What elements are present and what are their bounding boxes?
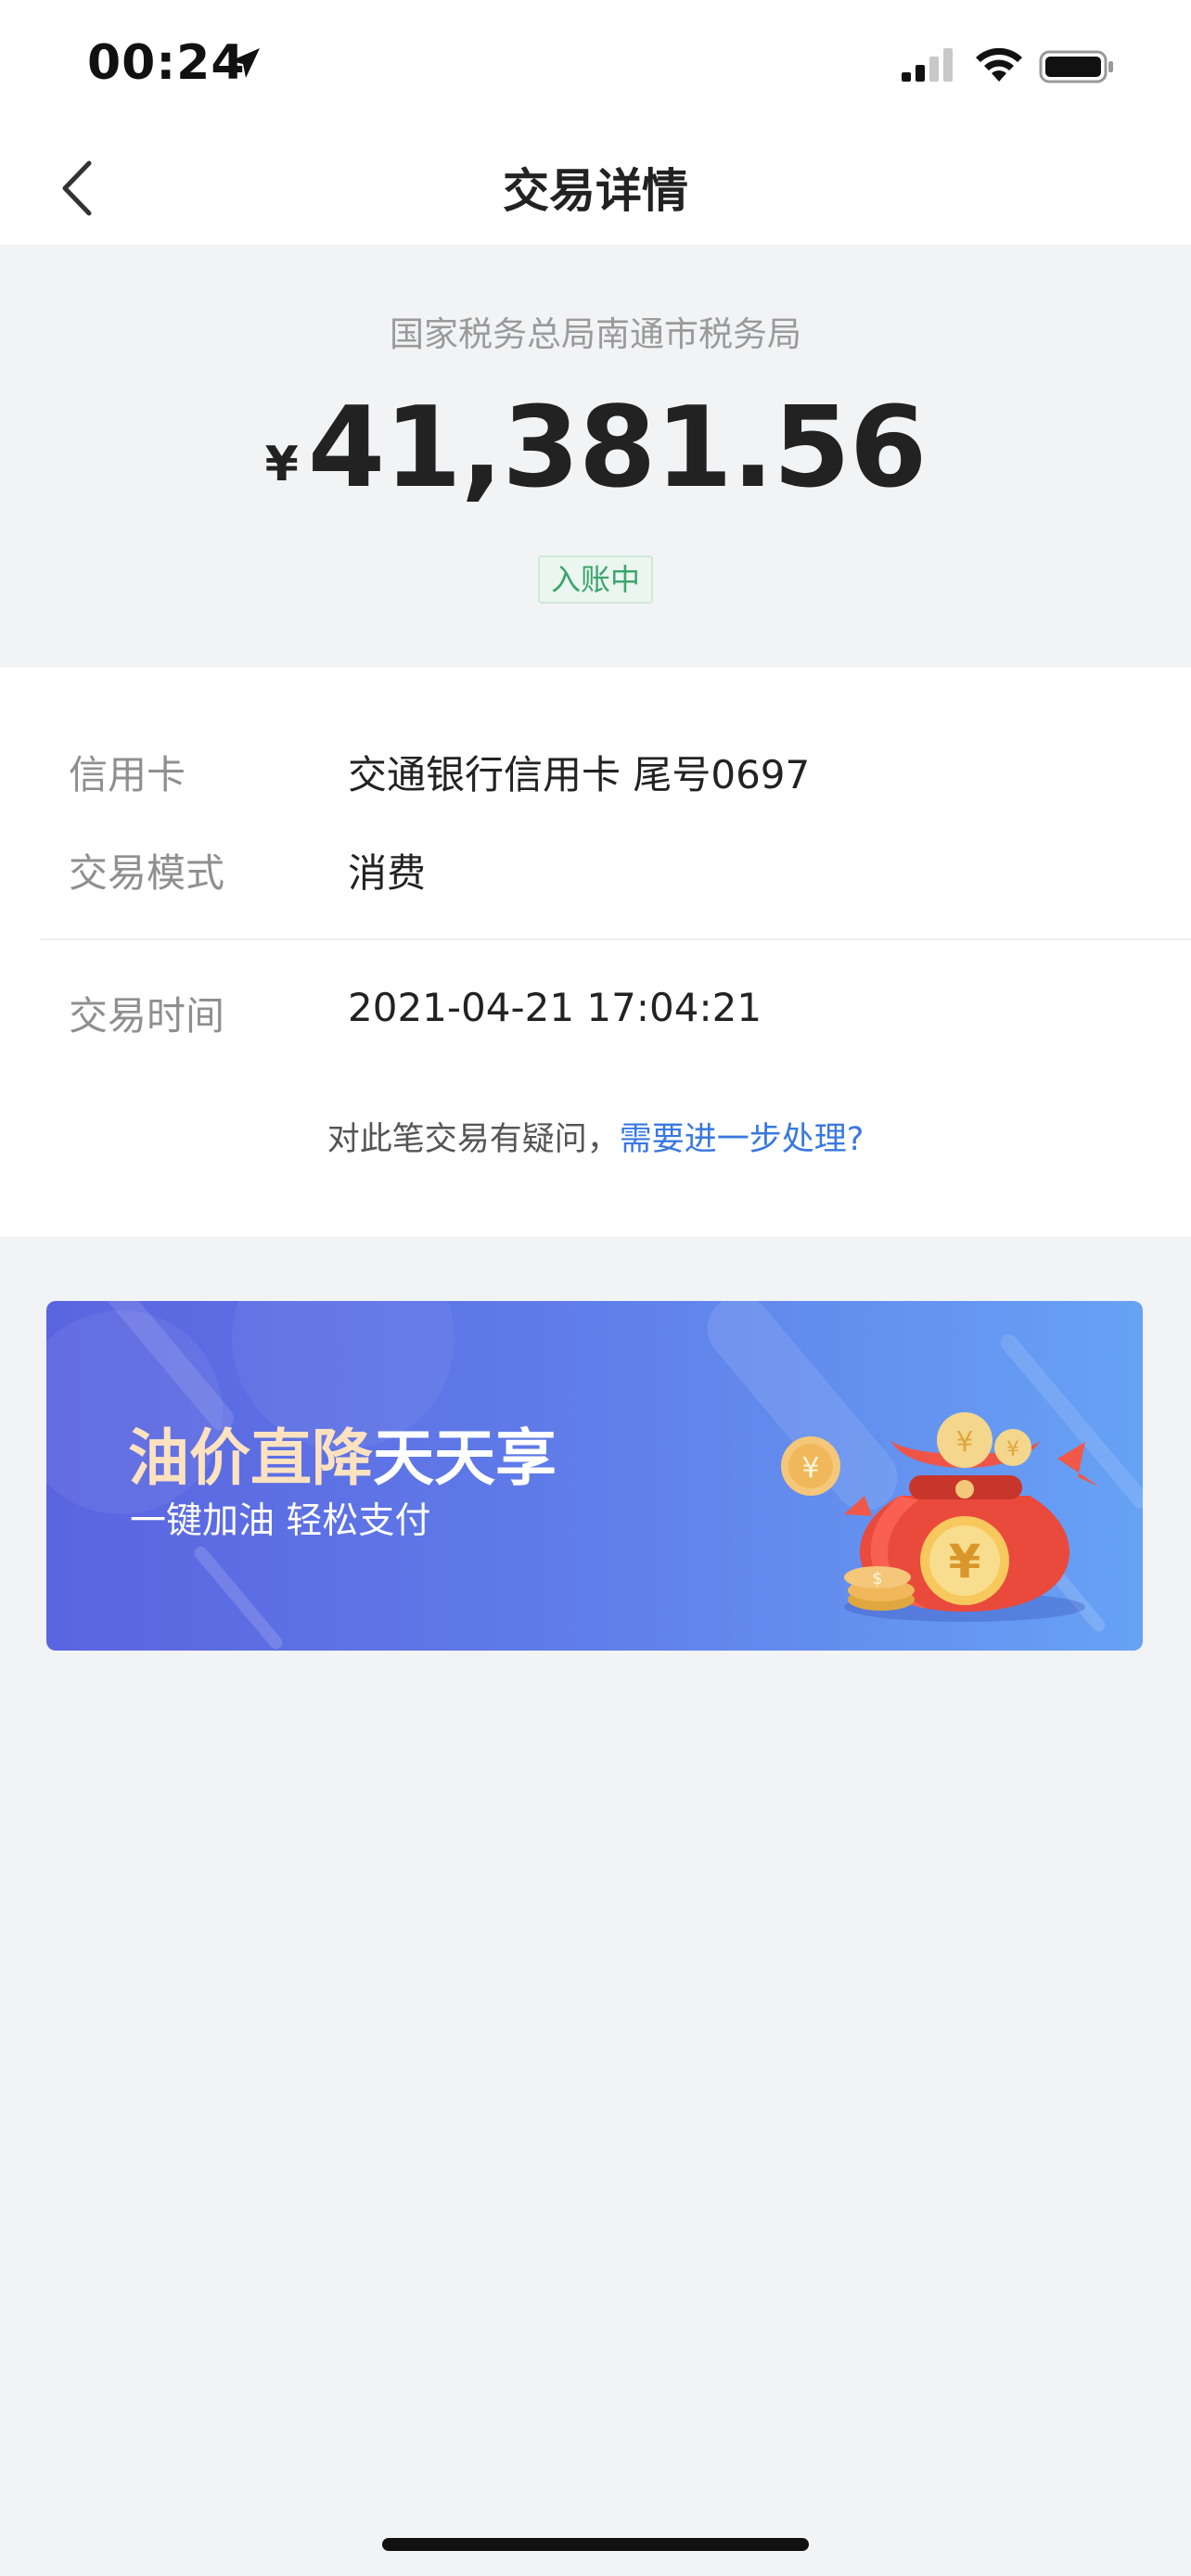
status-time: 00:24 <box>87 35 246 91</box>
time-value: 2021-04-21 17:04:21 <box>348 985 762 1030</box>
svg-text:¥: ¥ <box>801 1452 819 1485</box>
help-row: 对此笔交易有疑问，需要进一步处理? <box>0 1113 1191 1160</box>
svg-text:¥: ¥ <box>955 1426 973 1459</box>
merchant-name: 国家税务总局南通市税务局 <box>390 314 801 354</box>
page-title: 交易详情 <box>503 164 688 218</box>
wifi-icon <box>976 47 1022 82</box>
signal-icon <box>902 48 953 82</box>
home-indicator[interactable] <box>382 2538 809 2551</box>
transaction-summary: 国家税务总局南通市税务局 ¥41,381.56 入账中 <box>0 245 1191 668</box>
banner-title-highlight: 油价直降 <box>128 1422 373 1494</box>
transaction-amount: 41,381.56 <box>307 384 928 513</box>
help-text: 对此笔交易有疑问， <box>327 1121 620 1158</box>
moneybag-icon: ¥ ¥ ¥ ¥ $ <box>781 1412 1099 1622</box>
mode-label: 交易模式 <box>69 850 225 896</box>
card-label: 信用卡 <box>69 752 186 797</box>
banner-title-rest: 天天享 <box>373 1422 557 1494</box>
nav-bar: 交易详情 <box>0 130 1191 245</box>
status-badge: 入账中 <box>538 555 653 604</box>
divider <box>41 938 1191 940</box>
status-bar: 00:24 <box>0 0 1191 130</box>
card-value: 交通银行信用卡 尾号0697 <box>348 752 811 797</box>
currency-symbol: ¥ <box>264 437 299 492</box>
banner-subtitle: 一键加油 轻松支付 <box>130 1500 431 1542</box>
svg-text:$: $ <box>872 1569 882 1588</box>
location-arrow-icon <box>230 48 260 78</box>
banner-title: 油价直降天天享 <box>128 1409 557 1498</box>
svg-text:¥: ¥ <box>1006 1438 1019 1461</box>
promo-banner[interactable]: 油价直降天天享 一键加油 轻松支付 ¥ ¥ ¥ ¥ $ <box>46 1301 1143 1651</box>
help-link[interactable]: 需要进一步处理? <box>620 1121 864 1158</box>
amount-row: ¥41,381.56 <box>0 384 1191 513</box>
mode-value: 消费 <box>348 850 427 896</box>
time-label: 交易时间 <box>69 993 225 1039</box>
battery-icon <box>1039 50 1113 83</box>
svg-text:¥: ¥ <box>949 1535 981 1588</box>
transaction-details: 信用卡 交通银行信用卡 尾号0697 交易模式 消费 交易时间 2021-04-… <box>0 668 1191 1237</box>
